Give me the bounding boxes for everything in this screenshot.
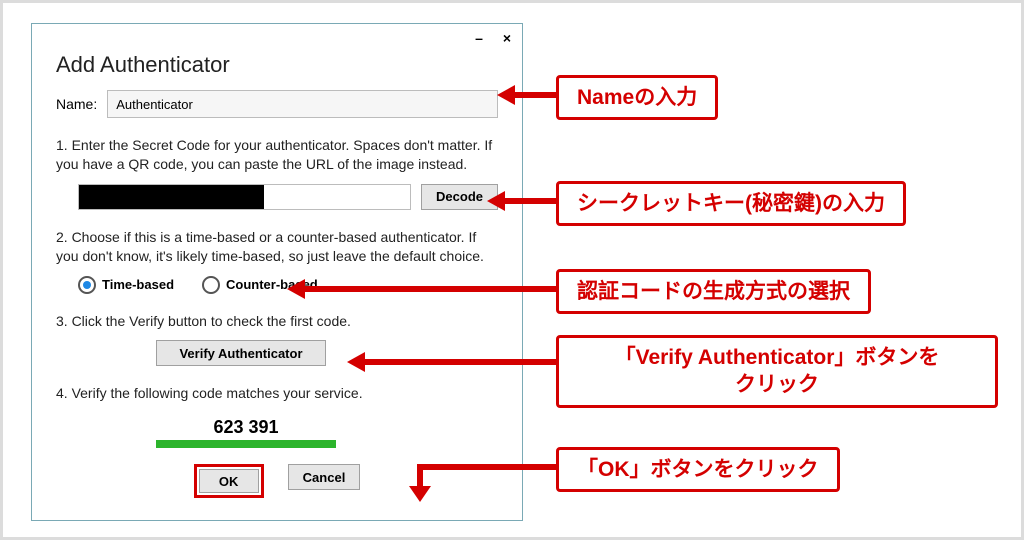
secret-mask	[79, 185, 264, 209]
verify-authenticator-button[interactable]: Verify Authenticator	[156, 340, 326, 366]
step3-text: 3. Click the Verify button to check the …	[56, 312, 498, 331]
step4-text: 4. Verify the following code matches you…	[56, 384, 498, 403]
code-value: 623 391	[156, 413, 336, 440]
ok-highlight: OK	[194, 464, 264, 498]
titlebar: – ×	[32, 24, 522, 52]
dialog-title: Add Authenticator	[56, 52, 498, 78]
step1-text: 1. Enter the Secret Code for your authen…	[56, 136, 498, 174]
step2-text: 2. Choose if this is a time-based or a c…	[56, 228, 498, 266]
arrow-radio	[303, 286, 556, 292]
code-box: 623 391	[156, 413, 336, 448]
add-authenticator-dialog: – × Add Authenticator Name: 1. Enter the…	[31, 23, 523, 521]
dialog-body: Add Authenticator Name: 1. Enter the Sec…	[32, 52, 522, 514]
cancel-button[interactable]: Cancel	[288, 464, 361, 490]
code-progress-bar	[156, 440, 336, 448]
close-button[interactable]: ×	[498, 29, 516, 47]
minimize-button[interactable]: –	[470, 29, 488, 47]
arrow-verify	[363, 359, 556, 365]
radio-dot-icon	[202, 276, 220, 294]
secret-row: Decode	[78, 184, 498, 210]
arrow-secret	[503, 198, 556, 204]
arrow-ok-v	[417, 464, 423, 488]
name-row: Name:	[56, 90, 498, 118]
callout-verify: 「Verify Authenticator」ボタンをクリック	[556, 335, 998, 408]
callout-ok: 「OK」ボタンをクリック	[556, 447, 840, 492]
radio-dot-icon	[78, 276, 96, 294]
arrow-name	[513, 92, 556, 98]
page: – × Add Authenticator Name: 1. Enter the…	[0, 0, 1024, 540]
secret-input[interactable]	[78, 184, 411, 210]
radio-time-label: Time-based	[102, 277, 174, 292]
name-label: Name:	[56, 96, 97, 112]
name-input[interactable]	[107, 90, 498, 118]
callout-secret: シークレットキー(秘密鍵)の入力	[556, 181, 906, 226]
radio-time-based[interactable]: Time-based	[78, 276, 174, 294]
callout-radio: 認証コードの生成方式の選択	[556, 269, 871, 314]
ok-button[interactable]: OK	[199, 469, 259, 493]
arrow-ok-h	[423, 464, 556, 470]
callout-name: Nameの入力	[556, 75, 718, 120]
arrow-ok-head	[409, 486, 431, 502]
